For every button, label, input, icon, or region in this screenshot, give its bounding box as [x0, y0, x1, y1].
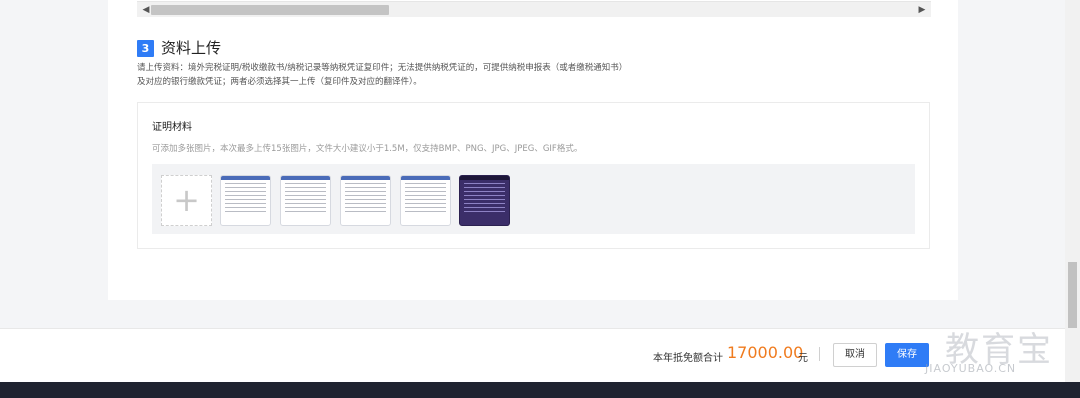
vertical-scrollbar[interactable]: [1065, 0, 1080, 382]
vertical-scrollbar-thumb[interactable]: [1068, 262, 1077, 328]
upload-hint: 可添加多张图片，本次最多上传15张图片，文件大小建议小于1.5M，仅支持BMP、…: [152, 144, 583, 154]
total-credit-label: 本年抵免额合计: [653, 353, 723, 364]
uploaded-image-thumbnail[interactable]: [220, 175, 271, 226]
upload-instruction-line2: 及对应的银行缴款凭证；两者必须选择其一上传（复印件及对应的翻译件）。: [137, 77, 422, 87]
horizontal-scrollbar[interactable]: ◀ ▶: [137, 1, 931, 17]
uploaded-image-thumbnail[interactable]: [280, 175, 331, 226]
uploaded-image-thumbnail[interactable]: [400, 175, 451, 226]
uploaded-image-thumbnail[interactable]: [459, 175, 510, 226]
footer-divider: [819, 347, 820, 361]
save-button[interactable]: 保存: [885, 343, 929, 367]
add-image-button[interactable]: +: [161, 175, 212, 226]
total-credit-unit: 元: [798, 353, 808, 364]
section-title: 资料上传: [161, 39, 222, 57]
watermark-text-en: JIAOYUBAO.CN: [925, 362, 1017, 375]
total-credit-value: 17000.00: [727, 343, 804, 362]
uploaded-image-thumbnail[interactable]: [340, 175, 391, 226]
step-number-badge: 3: [137, 40, 154, 57]
watermark-logo: 教育宝 JIAOYUBAO.CN: [925, 322, 1065, 378]
upload-panel-title: 证明材料: [152, 122, 192, 133]
cancel-button[interactable]: 取消: [833, 343, 877, 367]
upload-instruction-line1: 请上传资料：境外完税证明/税收缴款书/纳税记录等纳税凭证复印件；无法提供纳税凭证…: [137, 63, 628, 73]
scrollbar-thumb[interactable]: [151, 5, 389, 15]
bottom-bar: [0, 382, 1080, 398]
scroll-right-icon[interactable]: ▶: [915, 3, 929, 17]
